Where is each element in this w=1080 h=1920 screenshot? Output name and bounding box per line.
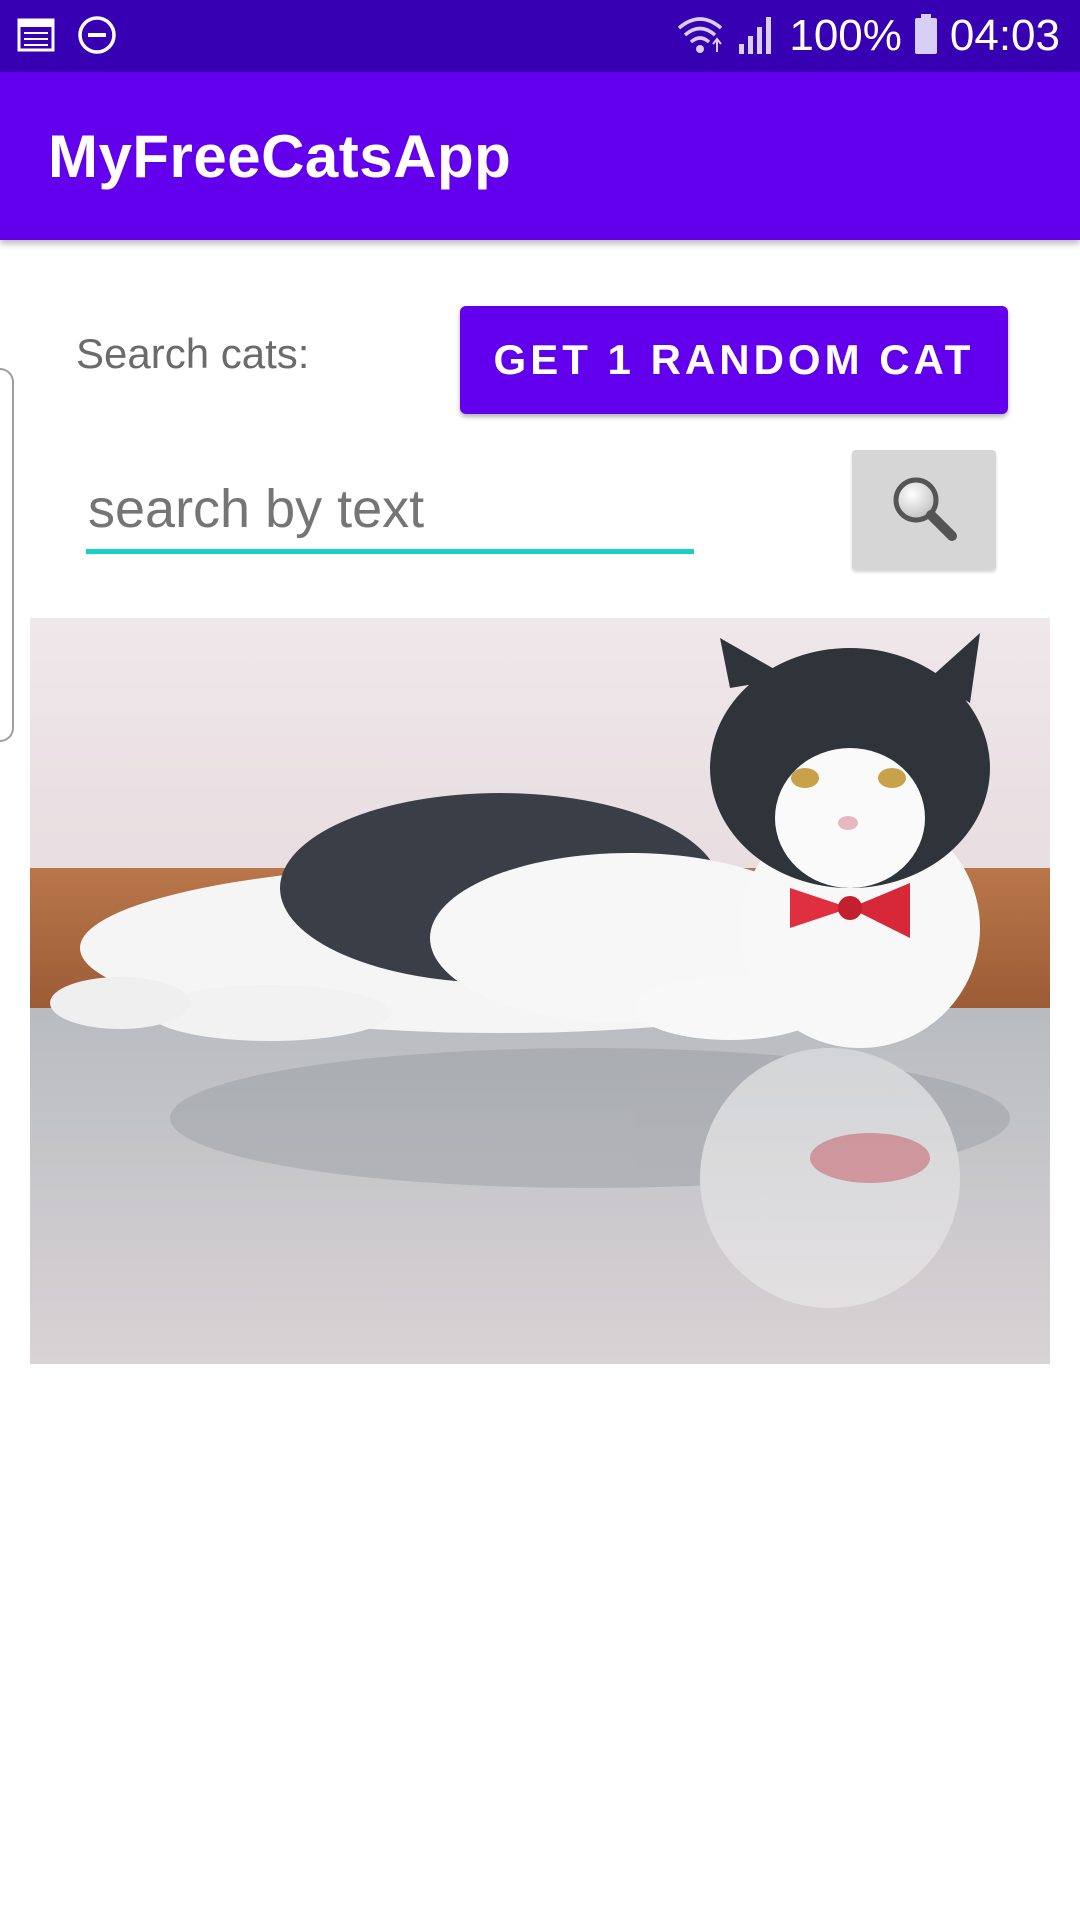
clock: 04:03 (949, 11, 1060, 60)
app-title: MyFreeCatsApp (48, 123, 512, 190)
signal-icon (737, 12, 777, 61)
search-input[interactable] (86, 472, 694, 554)
calendar-icon (16, 15, 56, 60)
cat-photo (30, 618, 1050, 1364)
status-right-icons: 100% 04:03 (675, 8, 1060, 64)
do-not-disturb-icon (76, 14, 118, 61)
battery-icon (914, 12, 938, 61)
magnifier-icon (886, 470, 962, 551)
wifi-icon (675, 12, 725, 61)
edge-panel-handle[interactable] (0, 368, 14, 742)
status-bar: 100% 04:03 (0, 0, 1080, 72)
battery-percentage: 100% (789, 11, 902, 60)
status-left-icons (16, 14, 118, 61)
get-random-cat-button[interactable]: GET 1 RANDOM CAT (460, 306, 1008, 414)
search-label: Search cats: (76, 330, 310, 377)
app-bar: MyFreeCatsApp (0, 72, 1080, 240)
search-button[interactable] (852, 450, 996, 570)
